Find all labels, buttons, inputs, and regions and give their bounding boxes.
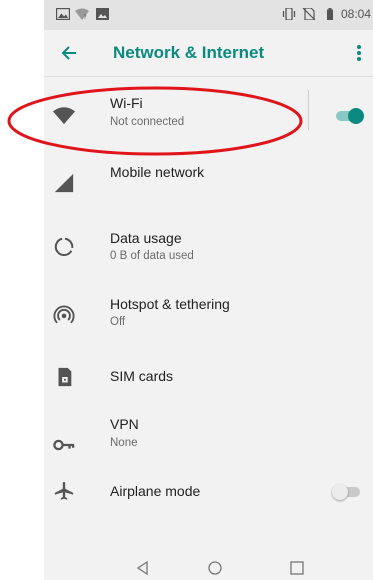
no-sim-icon — [302, 8, 316, 20]
more-vert-icon — [357, 45, 361, 61]
more-options-button[interactable] — [347, 38, 371, 68]
hotspot-tethering-row[interactable]: Hotspot & tethering Off — [44, 282, 373, 348]
data-usage-icon — [54, 237, 74, 257]
page-title: Network & Internet — [113, 43, 265, 62]
phone-screen: ? 08:04 Network & Internet Wi-Fi Not con… — [44, 0, 373, 580]
vpn-title: VPN — [110, 416, 139, 432]
status-bar: ? 08:04 — [44, 0, 373, 30]
mobile-network-row[interactable]: Mobile network — [44, 150, 373, 216]
vibrate-icon — [282, 8, 296, 20]
image-icon — [96, 8, 109, 20]
wifi-title: Wi-Fi — [110, 95, 143, 111]
battery-icon — [327, 8, 333, 20]
hotspot-title: Hotspot & tethering — [110, 296, 230, 312]
nav-back-icon[interactable] — [133, 558, 153, 578]
data-usage-title: Data usage — [110, 230, 182, 246]
hotspot-subtitle: Off — [110, 316, 126, 328]
airplane-mode-title: Airplane mode — [110, 483, 201, 499]
nav-recents-icon[interactable] — [287, 558, 307, 578]
status-time: 08:04 — [340, 7, 371, 21]
vpn-row[interactable]: VPN None — [44, 414, 373, 480]
wifi-toggle[interactable] — [334, 108, 364, 124]
arrow-left-icon — [61, 46, 76, 60]
data-usage-row[interactable]: Data usage 0 B of data used — [44, 216, 373, 282]
airplane-mode-toggle[interactable] — [332, 484, 362, 500]
navigation-bar — [44, 556, 373, 580]
wifi-question-icon: ? — [75, 8, 89, 20]
sim-card-icon — [58, 367, 72, 387]
data-usage-subtitle: 0 B of data used — [110, 250, 194, 262]
airplane-mode-row[interactable]: Airplane mode — [44, 474, 373, 540]
app-bar: Network & Internet — [44, 30, 373, 77]
mobile-network-title: Mobile network — [110, 164, 205, 180]
wifi-icon — [53, 107, 75, 125]
svg-text:?: ? — [84, 14, 87, 20]
sim-cards-row[interactable]: SIM cards — [44, 348, 373, 414]
sim-cards-title: SIM cards — [110, 368, 174, 384]
divider — [308, 90, 309, 130]
airplane-icon — [54, 481, 74, 500]
wifi-subtitle: Not connected — [110, 116, 185, 128]
nav-home-icon[interactable] — [205, 558, 225, 578]
vpn-key-icon — [53, 439, 75, 451]
cellular-signal-icon — [54, 173, 74, 193]
hotspot-icon — [53, 305, 75, 324]
wifi-setting-row[interactable]: Wi-Fi Not connected — [44, 84, 373, 150]
back-button[interactable] — [54, 38, 84, 68]
vpn-subtitle: None — [110, 437, 138, 449]
gallery-icon — [56, 8, 70, 20]
